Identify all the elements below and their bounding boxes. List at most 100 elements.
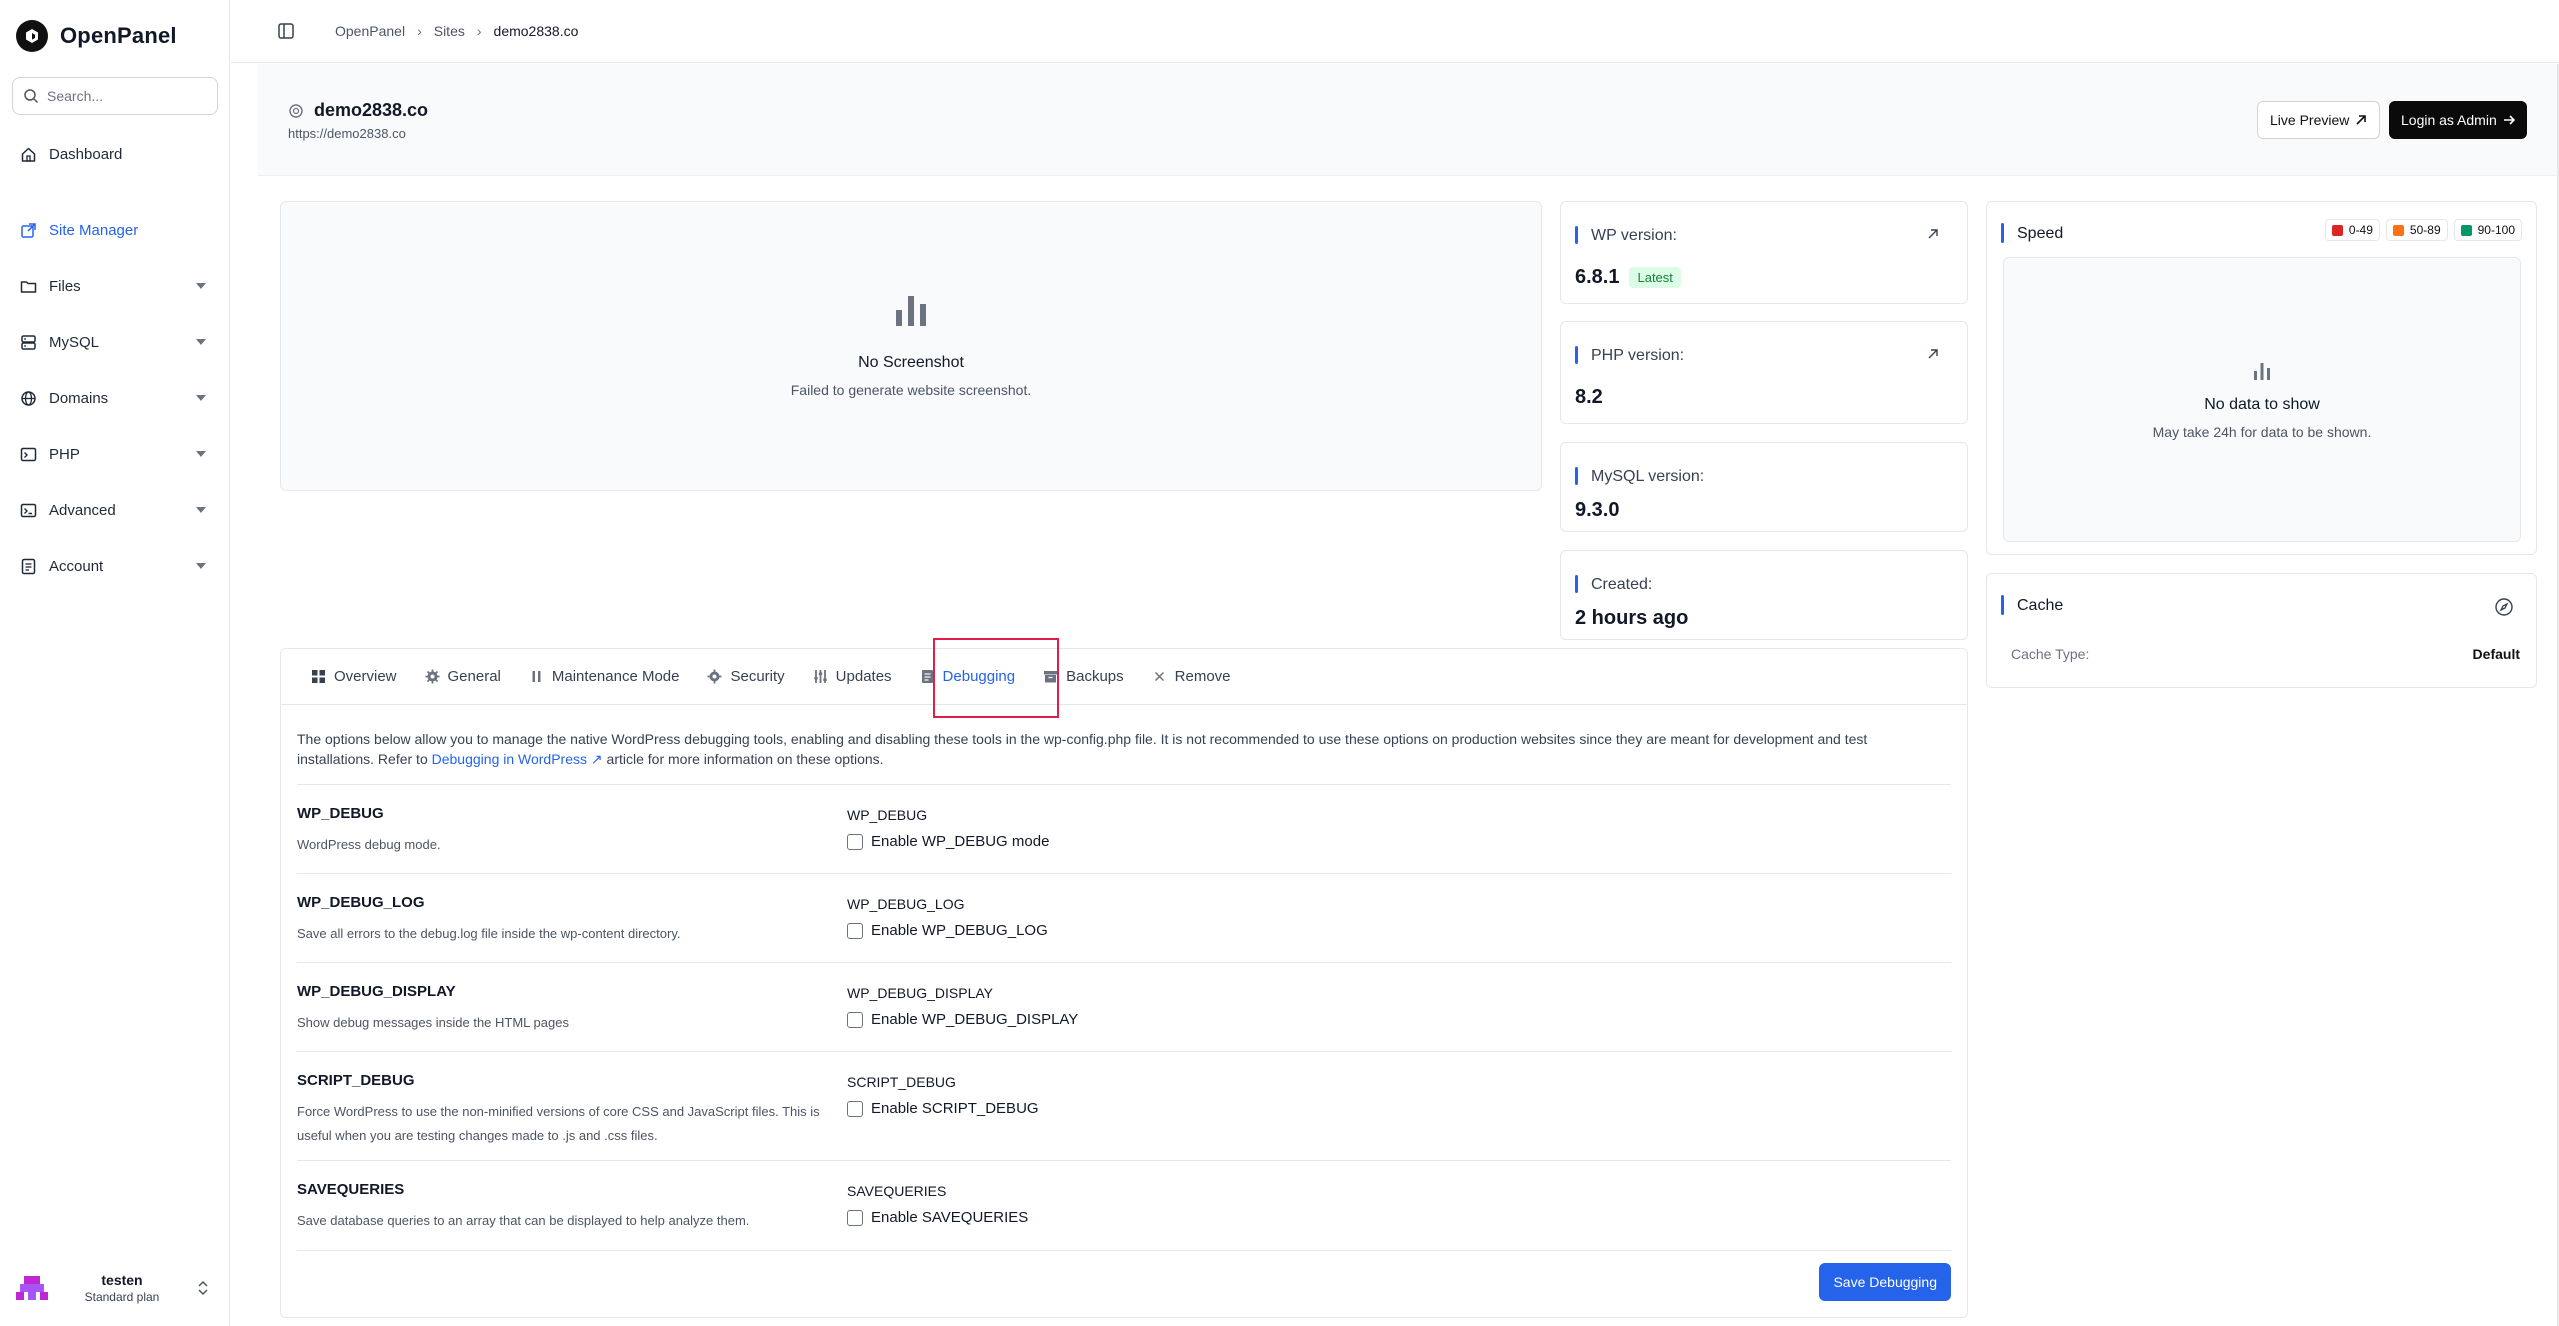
save-debugging-button[interactable]: Save Debugging: [1819, 1263, 1951, 1301]
globe-icon: [289, 103, 303, 118]
chevron-down-icon: [196, 283, 206, 289]
option-wp-debug-display: WP_DEBUG_DISPLAY Show debug messages ins…: [297, 983, 1951, 1053]
checkbox[interactable]: [847, 1209, 863, 1226]
checkbox[interactable]: [847, 833, 863, 850]
tab-label: Overview: [334, 668, 397, 685]
option-desc: Force WordPress to use the non-minified …: [297, 1104, 820, 1143]
live-preview-button[interactable]: Live Preview: [2257, 101, 2381, 139]
sidebar-item-label: Account: [49, 557, 104, 575]
search-input[interactable]: [47, 88, 207, 104]
close-icon: [1154, 671, 1164, 682]
divider: [297, 1160, 1951, 1161]
breadcrumb-current: demo2838.co: [493, 23, 579, 39]
sidebar-item-mysql[interactable]: MySQL: [0, 322, 230, 362]
checkbox[interactable]: [847, 1011, 863, 1028]
accent-bar: [2001, 223, 2004, 243]
bar-chart-icon: [896, 296, 926, 326]
arrow-up-right-icon[interactable]: [1925, 346, 1941, 362]
archive-icon: [1044, 671, 1058, 683]
arrow-up-right-icon: [2356, 115, 2367, 125]
option-field-label: WP_DEBUG: [847, 807, 928, 823]
wp-version-label: WP version:: [1591, 227, 1677, 244]
created-label: Created:: [1591, 576, 1653, 593]
accent-bar: [1575, 575, 1578, 593]
breadcrumb-openpanel[interactable]: OpenPanel: [335, 23, 405, 39]
legend-item: 50-89: [2385, 219, 2448, 241]
login-admin-label: Login as Admin: [2401, 112, 2497, 128]
mysql-version-card: MySQL version: 9.3.0: [1560, 442, 1968, 532]
pause-icon: [532, 671, 541, 682]
checkbox-label: Enable WP_DEBUG_LOG: [871, 922, 1048, 939]
sidebar-item-files[interactable]: Files: [0, 266, 230, 306]
live-preview-label: Live Preview: [2270, 112, 2350, 128]
sidebar-item-domains[interactable]: Domains: [0, 378, 230, 418]
breadcrumb-sites[interactable]: Sites: [434, 23, 465, 39]
wp-debug-checkbox[interactable]: Enable WP_DEBUG mode: [847, 833, 1049, 850]
tab-label: Updates: [835, 668, 892, 685]
search-icon: [24, 89, 39, 104]
script-debug-checkbox[interactable]: Enable SCRIPT_DEBUG: [847, 1100, 1039, 1117]
sidebar-item-site-manager[interactable]: Site Manager: [0, 210, 230, 250]
option-name: WP_DEBUG: [297, 805, 384, 822]
option-desc: Save database queries to an array that c…: [297, 1213, 750, 1228]
accent-bar: [1575, 226, 1578, 244]
tab-label: Debugging: [942, 668, 1016, 685]
divider: [297, 962, 1951, 963]
tab-label: Remove: [1174, 668, 1231, 685]
option-desc: WordPress debug mode.: [297, 837, 441, 852]
wp-version-card: WP version: 6.8.1 Latest: [1560, 201, 1968, 304]
terminal-icon: [20, 447, 37, 461]
screenshot-empty-title: No Screenshot: [858, 354, 964, 371]
tab-updates[interactable]: Updates: [799, 649, 906, 705]
option-savequeries: SAVEQUERIES Save database queries to an …: [297, 1181, 1951, 1251]
document-icon: [921, 670, 933, 683]
tab-maintenance-mode[interactable]: Maintenance Mode: [515, 649, 694, 705]
sidebar-item-advanced[interactable]: Advanced: [0, 490, 230, 530]
wp-debug-display-checkbox[interactable]: Enable WP_DEBUG_DISPLAY: [847, 1011, 1078, 1028]
sidebar-item-account[interactable]: Account: [0, 546, 230, 586]
option-wp-debug-log: WP_DEBUG_LOG Save all errors to the debu…: [297, 894, 1951, 964]
tab-label: Maintenance Mode: [551, 668, 680, 685]
login-as-admin-button[interactable]: Login as Admin: [2389, 101, 2527, 139]
avatar: [14, 1270, 50, 1306]
accent-bar: [2001, 595, 2004, 615]
tab-remove[interactable]: Remove: [1138, 649, 1245, 705]
tab-backups[interactable]: Backups: [1029, 649, 1138, 705]
tab-debugging[interactable]: Debugging: [906, 649, 1030, 705]
checkbox[interactable]: [847, 1100, 863, 1117]
php-version-card: PHP version: 8.2: [1560, 321, 1968, 424]
sidebar-item-label: Domains: [49, 389, 109, 407]
arrow-right-icon: [2503, 115, 2515, 125]
screenshot-empty-sub: Failed to generate website screenshot.: [790, 382, 1032, 398]
sidebar-item-php[interactable]: PHP: [0, 434, 230, 474]
sliders-icon: [813, 670, 827, 683]
option-name: SAVEQUERIES: [297, 1181, 405, 1198]
checkbox-label: Enable WP_DEBUG_DISPLAY: [871, 1011, 1079, 1028]
tab-general[interactable]: General: [411, 649, 515, 705]
sidebar-item-dashboard[interactable]: Dashboard: [0, 134, 230, 174]
checkbox-label: Enable WP_DEBUG mode: [871, 833, 1050, 850]
sidebar-toggle-icon[interactable]: [277, 22, 295, 40]
screenshot-card: No Screenshot Failed to generate website…: [280, 201, 1542, 491]
debugging-docs-link[interactable]: Debugging in WordPress ↗: [432, 751, 603, 767]
created-value: 2 hours ago: [1575, 607, 1689, 629]
legend-swatch: [2460, 224, 2472, 236]
savequeries-checkbox[interactable]: Enable SAVEQUERIES: [847, 1209, 1028, 1226]
tab-label: General: [447, 668, 501, 685]
speed-legend: 0-49 50-89 90-100: [2324, 219, 2522, 241]
search-box[interactable]: [12, 77, 218, 115]
chevron-right-icon: ›: [476, 23, 482, 39]
user-menu[interactable]: testen Standard plan: [14, 1264, 214, 1312]
wp-debug-log-checkbox[interactable]: Enable WP_DEBUG_LOG: [847, 922, 1048, 939]
site-title-text: demo2838.co: [314, 100, 429, 120]
gear-icon: [707, 669, 722, 684]
legend-item: 0-49: [2324, 219, 2380, 241]
arrow-up-right-icon[interactable]: [1925, 226, 1941, 242]
brand[interactable]: OpenPanel: [16, 20, 177, 52]
tab-overview[interactable]: Overview: [297, 649, 411, 705]
debugging-intro: The options below allow you to manage th…: [297, 729, 1937, 769]
home-icon: [21, 147, 36, 162]
tab-security[interactable]: Security: [693, 649, 798, 705]
checkbox[interactable]: [847, 922, 863, 939]
compass-icon[interactable]: [2494, 597, 2514, 617]
